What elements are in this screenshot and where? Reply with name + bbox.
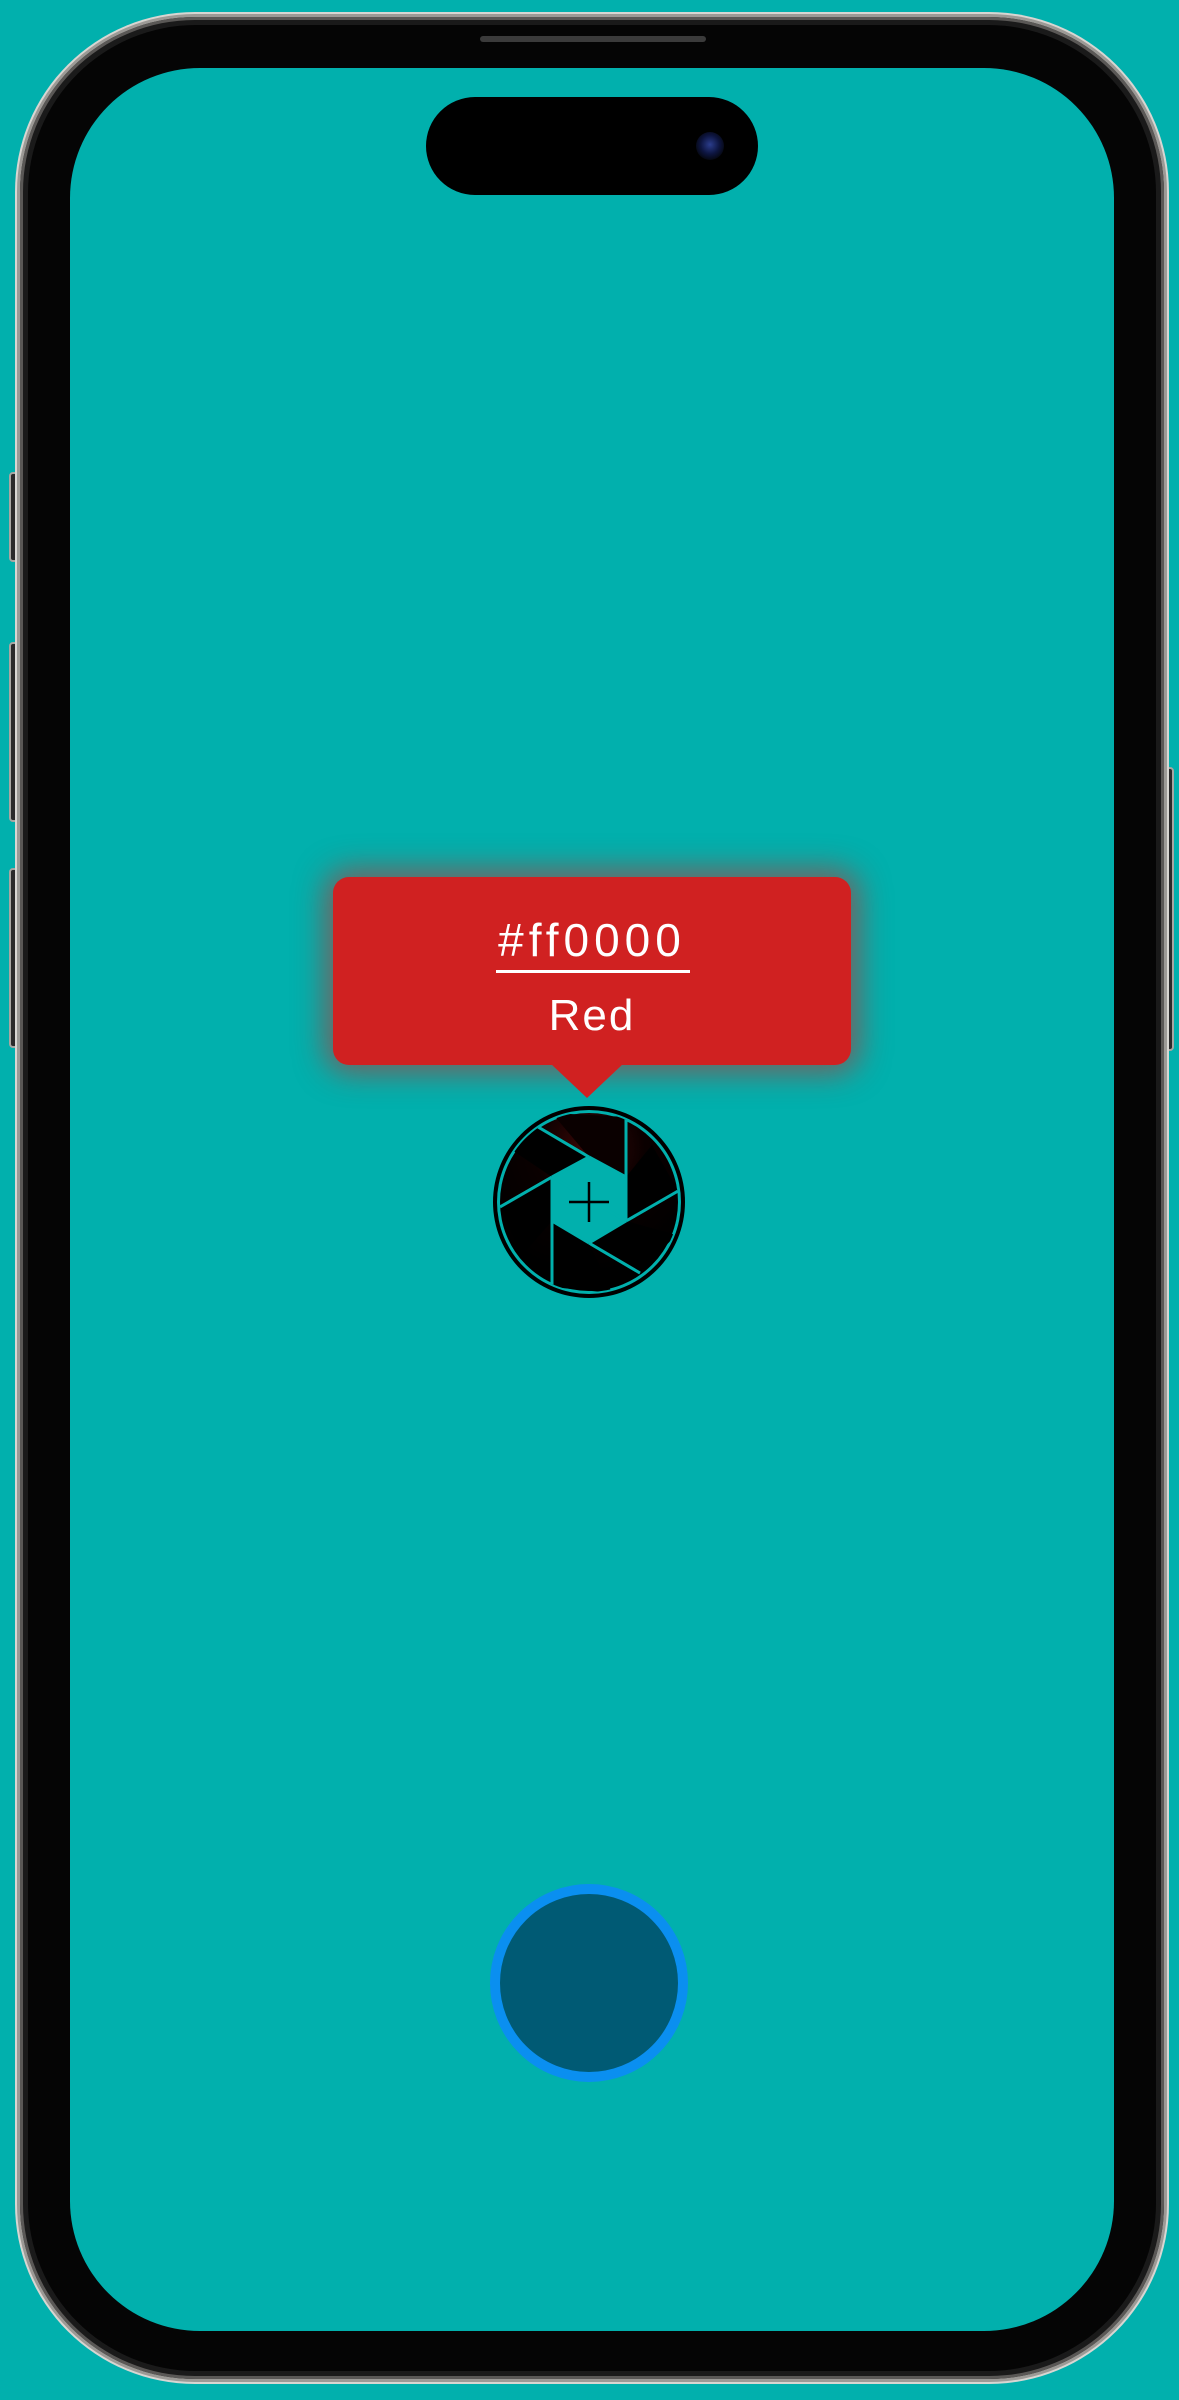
color-tooltip: #ff0000 Red [333,877,851,1065]
app-page: #ff0000 Red [0,0,1179,2400]
hex-value-underline [496,970,690,973]
tooltip-pointer [550,1063,624,1098]
dynamic-island [426,97,758,195]
camera-aperture-crosshair-icon[interactable] [492,1105,686,1299]
color-name-label: Red [548,991,636,1040]
hex-value-label[interactable]: #ff0000 [333,914,851,966]
earpiece-speaker [480,36,706,42]
front-camera-icon [696,132,724,160]
capture-button[interactable] [490,1884,688,2082]
